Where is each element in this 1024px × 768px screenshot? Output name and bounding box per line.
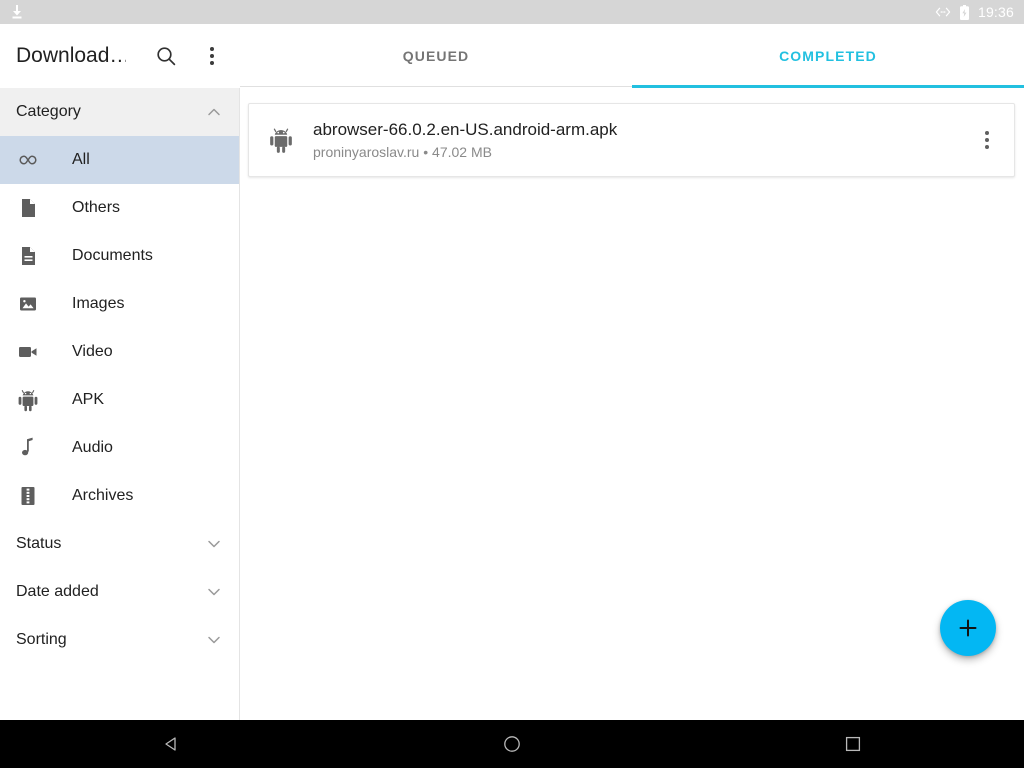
recents-button[interactable] (821, 720, 885, 768)
add-download-button[interactable] (940, 600, 996, 656)
android-icon (8, 387, 48, 413)
downloads-list: abrowser-66.0.2.en-US.android-arm.apk pr… (241, 88, 1024, 720)
sidebar-section-label: Status (16, 535, 62, 552)
more-vertical-icon (985, 131, 989, 149)
app-bar: Download… QUEUED COMPLETED (0, 24, 1024, 88)
sidebar-section-date-added[interactable]: Date added (0, 568, 239, 616)
image-icon (8, 292, 48, 316)
sidebar-section-sorting[interactable]: Sorting (0, 616, 239, 664)
sidebar-item-video[interactable]: Video (0, 328, 239, 376)
sidebar-item-all[interactable]: All (0, 136, 239, 184)
download-item[interactable]: abrowser-66.0.2.en-US.android-arm.apk pr… (248, 103, 1015, 177)
tab-queued[interactable]: QUEUED (240, 24, 632, 88)
overflow-menu-button[interactable] (194, 38, 230, 74)
video-camera-icon (8, 339, 48, 365)
chevron-down-icon (205, 583, 223, 601)
status-bar-system-icons: 19:36 (935, 4, 1014, 20)
android-icon (249, 125, 313, 155)
chevron-up-icon (205, 103, 223, 121)
download-icon (12, 5, 22, 19)
sidebar-item-label: Archives (72, 487, 134, 504)
plus-icon (959, 619, 977, 637)
sidebar-item-label: All (72, 151, 90, 168)
sidebar-item-documents[interactable]: Documents (0, 232, 239, 280)
sidebar-item-label: Documents (72, 247, 153, 264)
circle-icon (504, 736, 520, 752)
tab-completed[interactable]: COMPLETED (632, 24, 1024, 88)
sidebar-item-others[interactable]: Others (0, 184, 239, 232)
back-button[interactable] (139, 720, 203, 768)
download-filename: abrowser-66.0.2.en-US.android-arm.apk (313, 120, 618, 139)
file-icon (8, 196, 48, 220)
chevron-down-icon (205, 631, 223, 649)
sidebar-section-label: Category (16, 103, 81, 120)
sidebar-item-label: Others (72, 199, 121, 216)
search-icon (157, 47, 176, 66)
download-item-menu-button[interactable] (960, 131, 1014, 149)
sidebar-item-apk[interactable]: APK (0, 376, 239, 424)
home-button[interactable] (480, 720, 544, 768)
sidebar-item-label: Images (72, 295, 125, 312)
sidebar-item-label: Video (72, 343, 113, 360)
sidebar-section-label: Sorting (16, 631, 67, 648)
sidebar-item-audio[interactable]: Audio (0, 424, 239, 472)
download-item-text: abrowser-66.0.2.en-US.android-arm.apk pr… (313, 120, 960, 160)
app-bar-actions (148, 38, 230, 74)
page-title: Download… (16, 44, 126, 67)
search-button[interactable] (148, 38, 184, 74)
android-navigation-bar (0, 720, 1024, 768)
status-bar: 19:36 (0, 0, 1024, 24)
app-bar-left: Download… (0, 24, 240, 88)
status-bar-clock: 19:36 (977, 4, 1014, 20)
sidebar-item-label: APK (72, 391, 105, 408)
music-note-icon (8, 435, 48, 461)
sidebar-item-images[interactable]: Images (0, 280, 239, 328)
chevron-down-icon (205, 535, 223, 553)
sidebar-section-label: Date added (16, 583, 99, 600)
sidebar-item-archives[interactable]: Archives (0, 472, 239, 520)
app-bar-divider (240, 86, 632, 87)
status-bar-notifications (10, 4, 24, 20)
tab-bar: QUEUED COMPLETED (240, 24, 1024, 88)
archive-icon (8, 484, 48, 508)
download-meta: proninyaroslav.ru • 47.02 MB (313, 144, 492, 160)
battery-charging-icon (959, 4, 969, 20)
triangle-left-icon (165, 737, 176, 751)
sidebar: Category All Others Documents Images Vid… (0, 88, 240, 720)
document-icon (8, 244, 48, 268)
android-screen: 19:36 Download… QUEUED COMPLETED Categor… (0, 0, 1024, 768)
infinity-icon (8, 147, 48, 173)
sidebar-section-category[interactable]: Category (0, 88, 239, 136)
usb-debug-icon (935, 7, 951, 17)
more-vertical-icon (210, 47, 214, 65)
square-icon (846, 736, 861, 752)
sidebar-item-label: Audio (72, 439, 113, 456)
sidebar-section-status[interactable]: Status (0, 520, 239, 568)
